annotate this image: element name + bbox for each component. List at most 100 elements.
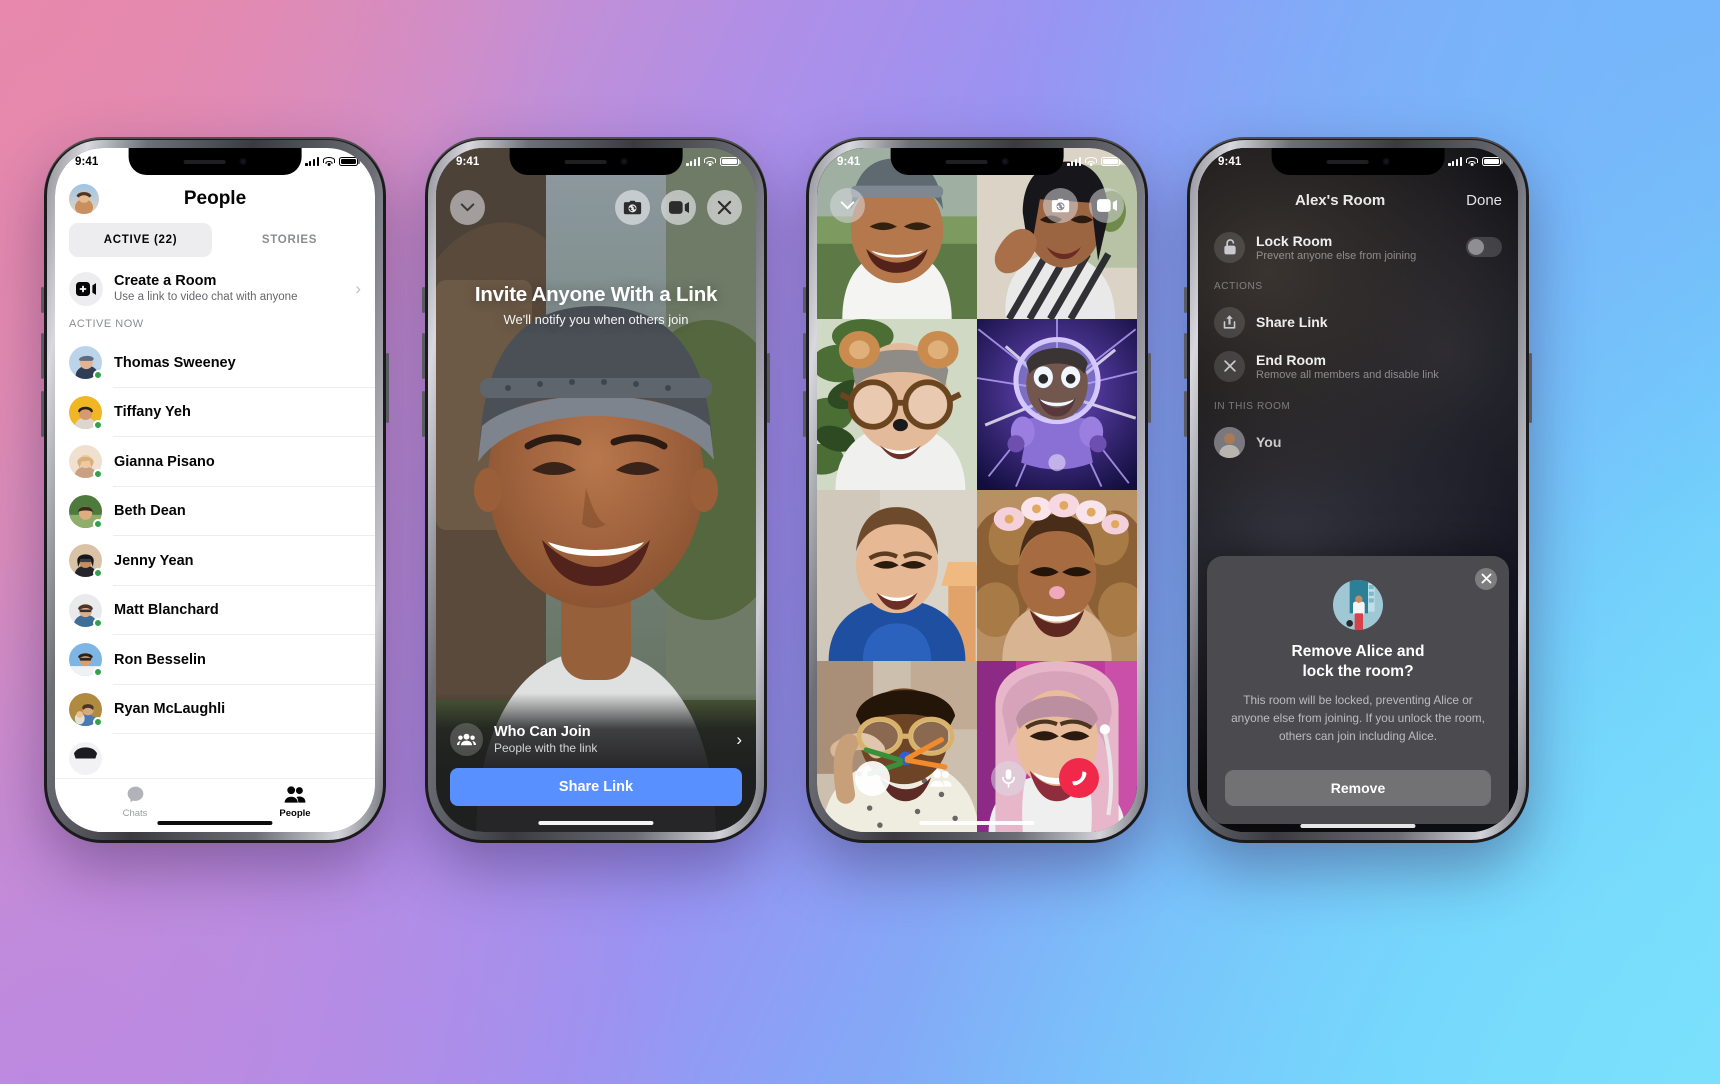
end-room-row[interactable]: End Room Remove all members and disable … <box>1198 344 1518 388</box>
volume-down-button[interactable] <box>422 391 425 437</box>
people-tabs: ACTIVE (22) STORIES <box>55 223 375 257</box>
online-dot <box>93 667 103 678</box>
wifi-icon <box>1466 157 1478 167</box>
close-circle-icon <box>1214 350 1245 382</box>
video-plus-icon <box>69 272 103 306</box>
tab-people[interactable]: People <box>215 784 375 819</box>
list-item[interactable] <box>55 734 375 784</box>
phone-room-settings: 9:41 Alex's Room Done Lock Room Prevent … <box>1184 137 1532 843</box>
close-icon[interactable] <box>707 190 742 225</box>
list-item[interactable]: Matt Blanchard <box>55 586 375 636</box>
avatar <box>69 494 103 529</box>
volume-down-button[interactable] <box>41 391 44 437</box>
list-item[interactable]: Ron Besselin <box>55 635 375 685</box>
remove-button[interactable]: Remove <box>1225 770 1491 806</box>
chevron-down-icon[interactable] <box>450 190 485 225</box>
video-camera-icon[interactable] <box>661 190 696 225</box>
participant-grid <box>817 148 1137 832</box>
wifi-icon <box>704 157 716 167</box>
share-icon <box>1214 306 1245 338</box>
people-icon <box>284 786 306 803</box>
list-item[interactable]: Beth Dean <box>55 487 375 537</box>
volume-up-button[interactable] <box>803 333 806 379</box>
power-button[interactable] <box>386 353 389 423</box>
list-item[interactable]: Ryan McLaughli <box>55 685 375 735</box>
close-icon[interactable] <box>1475 567 1497 590</box>
camera-flip-icon[interactable] <box>1043 188 1078 223</box>
in-this-room-label: IN THIS ROOM <box>1214 401 1291 412</box>
call-top-controls[interactable] <box>615 190 742 225</box>
online-dot <box>93 716 103 727</box>
participant-tile[interactable] <box>977 490 1137 661</box>
status-time: 9:41 <box>1218 155 1242 168</box>
participant-tile[interactable] <box>817 319 977 490</box>
volume-up-button[interactable] <box>41 333 44 379</box>
tab-chats[interactable]: Chats <box>55 784 215 819</box>
done-button[interactable]: Done <box>1466 192 1502 209</box>
power-button[interactable] <box>767 353 770 423</box>
cellular-bars-icon <box>686 156 700 167</box>
list-item[interactable]: Jenny Yean <box>55 536 375 586</box>
who-can-join-row[interactable]: Who Can Join People with the link › <box>450 723 742 768</box>
dialog-title-line2: lock the room? <box>1302 663 1414 681</box>
member-row-you[interactable]: You <box>1198 420 1518 464</box>
mute-switch[interactable] <box>803 287 806 313</box>
mute-switch[interactable] <box>1184 287 1187 313</box>
battery-icon <box>339 156 360 167</box>
home-indicator <box>538 820 654 825</box>
avatar <box>69 544 103 579</box>
participant-tile[interactable] <box>977 661 1137 832</box>
lock-room-toggle[interactable] <box>1466 237 1502 257</box>
invite-title: Invite Anyone With a Link <box>474 283 718 306</box>
contact-name: Jenny Yean <box>114 552 194 569</box>
list-item[interactable]: Tiffany Yeh <box>55 388 375 438</box>
mute-switch[interactable] <box>41 287 44 313</box>
create-room-row[interactable]: Create a Room Use a link to video chat w… <box>55 263 375 315</box>
camera-flip-icon[interactable] <box>615 190 650 225</box>
status-bar: 9:41 <box>1198 148 1518 175</box>
share-link-button[interactable]: Share Link <box>450 768 742 806</box>
home-indicator <box>1300 823 1416 828</box>
phone-group-call: 9:41 <box>803 137 1151 843</box>
online-dot <box>93 568 103 579</box>
create-room-title: Create a Room <box>114 273 217 290</box>
lock-room-row[interactable]: Lock Room Prevent anyone else from joini… <box>1198 224 1518 270</box>
mute-switch[interactable] <box>422 287 425 313</box>
contact-name: Matt Blanchard <box>114 602 219 619</box>
tab-active[interactable]: ACTIVE (22) <box>69 223 212 257</box>
invite-hero: Invite Anyone With a Link We'll notify y… <box>436 283 756 327</box>
page-title: People <box>183 188 247 209</box>
volume-down-button[interactable] <box>1184 391 1187 437</box>
volume-down-button[interactable] <box>803 391 806 437</box>
list-item[interactable]: Gianna Pisano <box>55 437 375 487</box>
chat-bubble-icon <box>127 786 143 803</box>
call-top-controls[interactable] <box>817 188 1137 223</box>
room-nav-bar: Alex's Room Done <box>1198 180 1518 220</box>
chevron-down-icon[interactable] <box>830 188 865 223</box>
volume-up-button[interactable] <box>1184 333 1187 379</box>
participant-tile[interactable] <box>817 490 977 661</box>
tab-chats-label: Chats <box>122 808 148 819</box>
volume-up-button[interactable] <box>422 333 425 379</box>
lock-open-icon <box>1214 231 1245 263</box>
participant-tile[interactable] <box>977 319 1137 490</box>
avatar <box>69 742 102 776</box>
people-group-icon <box>450 723 483 756</box>
avatar <box>69 692 103 727</box>
participant-tile[interactable] <box>817 661 977 832</box>
video-camera-icon[interactable] <box>1089 188 1124 223</box>
share-link-row[interactable]: Share Link <box>1198 300 1518 344</box>
contacts-list[interactable]: Thomas Sweeney Tiffany Yeh Gianna Pisano… <box>55 338 375 784</box>
power-button[interactable] <box>1529 353 1532 423</box>
end-call-icon[interactable] <box>1058 758 1099 798</box>
phone-invite-link: 9:41 Invite Anyone With a Link We'll not… <box>422 137 770 843</box>
call-bottom-controls[interactable] <box>817 758 1137 798</box>
people-icon[interactable] <box>923 761 958 796</box>
power-button[interactable] <box>1148 353 1151 423</box>
end-room-title: End Room <box>1256 351 1326 368</box>
capture-shutter-icon[interactable] <box>855 760 891 796</box>
invite-subtitle: We'll notify you when others join <box>503 312 689 327</box>
microphone-icon[interactable] <box>990 760 1026 796</box>
tab-stories[interactable]: STORIES <box>218 223 361 257</box>
list-item[interactable]: Thomas Sweeney <box>55 338 375 388</box>
